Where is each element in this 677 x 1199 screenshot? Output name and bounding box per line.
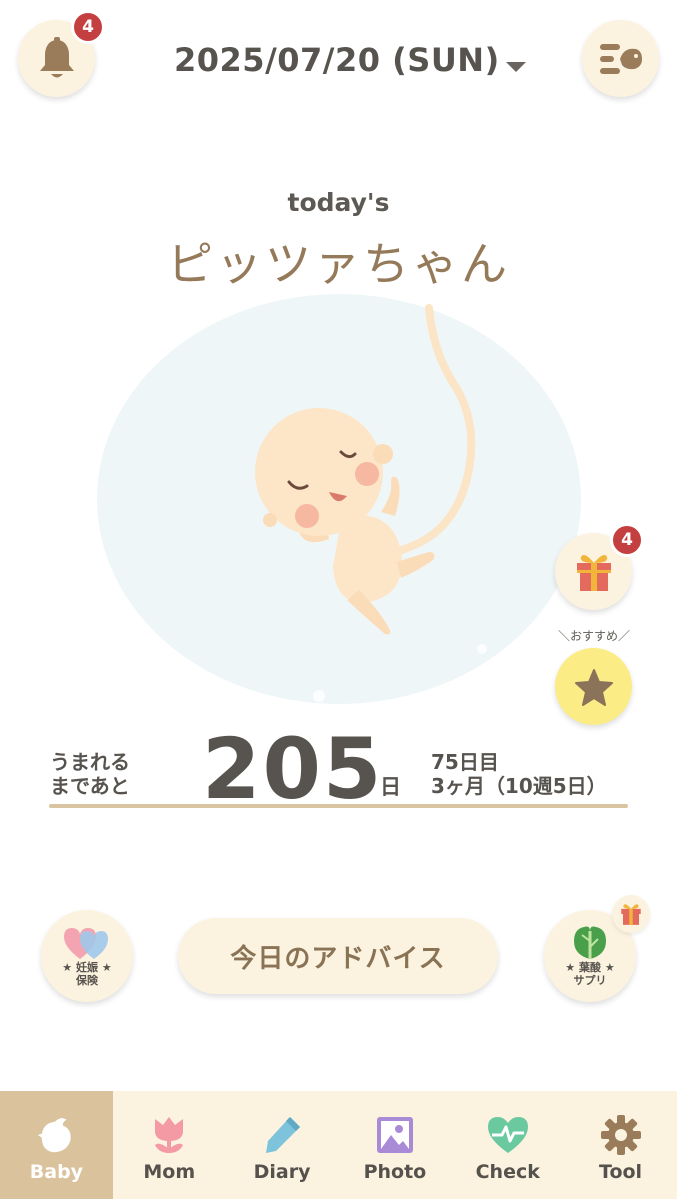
pencil-icon [266,1117,301,1153]
supplement-gift-badge [612,895,650,933]
bird-icon [38,1118,72,1153]
menu-list-icon [599,43,642,74]
pregnancy-insurance-button[interactable]: ★ 妊娠 ★ 保険 [41,910,133,1002]
tab-tool[interactable]: Tool [564,1091,677,1199]
insurance-label-line2: 保険 [76,974,98,987]
gear-icon [600,1115,641,1155]
baby-name: ピッツァちゃん [167,237,510,291]
tab-tool-label: Tool [599,1161,643,1183]
todays-label: today's [287,188,390,217]
tab-check[interactable]: Check [451,1091,564,1199]
bell-icon [39,36,74,77]
gift-icon [621,904,641,925]
pregnancy-day-count: 75日目 [431,750,499,774]
days-unit: 日 [380,775,401,799]
gift-badge: 4 [610,523,644,557]
chevron-down-icon [505,62,526,72]
vegetable-icon [574,926,606,959]
until-birth-line1: うまれる [50,750,130,774]
tab-mom-label: Mom [143,1161,196,1183]
todays-advice-button[interactable]: 今日のアドバイス [178,918,498,994]
until-birth-label: うまれる まであと [50,750,130,798]
star-icon [574,668,613,706]
recommend-label: ＼おすすめ／ [557,629,630,643]
divider [49,804,628,808]
gift-icon [576,554,611,591]
tab-diary[interactable]: Diary [226,1091,339,1199]
recommend-star-button[interactable] [555,648,632,725]
supplement-label-line2: サプリ [573,974,607,987]
menu-button[interactable] [582,20,659,97]
tab-photo[interactable]: Photo [338,1091,451,1199]
tab-mom[interactable]: Mom [113,1091,226,1199]
tulip-icon [155,1117,184,1153]
heart-pulse-icon [487,1117,528,1153]
notification-badge: 4 [71,10,105,44]
pregnancy-month-week: 3ヶ月（10週5日） [431,774,607,798]
date-selector[interactable]: 2025/07/20 (SUN) [174,37,526,83]
insurance-label-line1: ★ 妊娠 ★ [62,961,112,974]
supplement-label-line1: ★ 葉酸 ★ [565,961,615,974]
until-birth-line2: まであと [50,774,130,798]
pregnancy-progress: 75日目 3ヶ月（10週5日） [431,750,607,798]
date-text: 2025/07/20 (SUN) [174,41,500,79]
womb-illustration [97,294,581,704]
bottom-tab-bar: Baby Mom Diary Photo Check Tool [0,1091,677,1199]
tab-baby-label: Baby [29,1161,84,1183]
tab-photo-label: Photo [363,1161,427,1183]
hearts-icon [64,928,108,959]
tab-diary-label: Diary [253,1161,311,1183]
tab-baby[interactable]: Baby [0,1091,113,1199]
tab-check-label: Check [475,1161,540,1183]
photo-icon [376,1117,413,1153]
